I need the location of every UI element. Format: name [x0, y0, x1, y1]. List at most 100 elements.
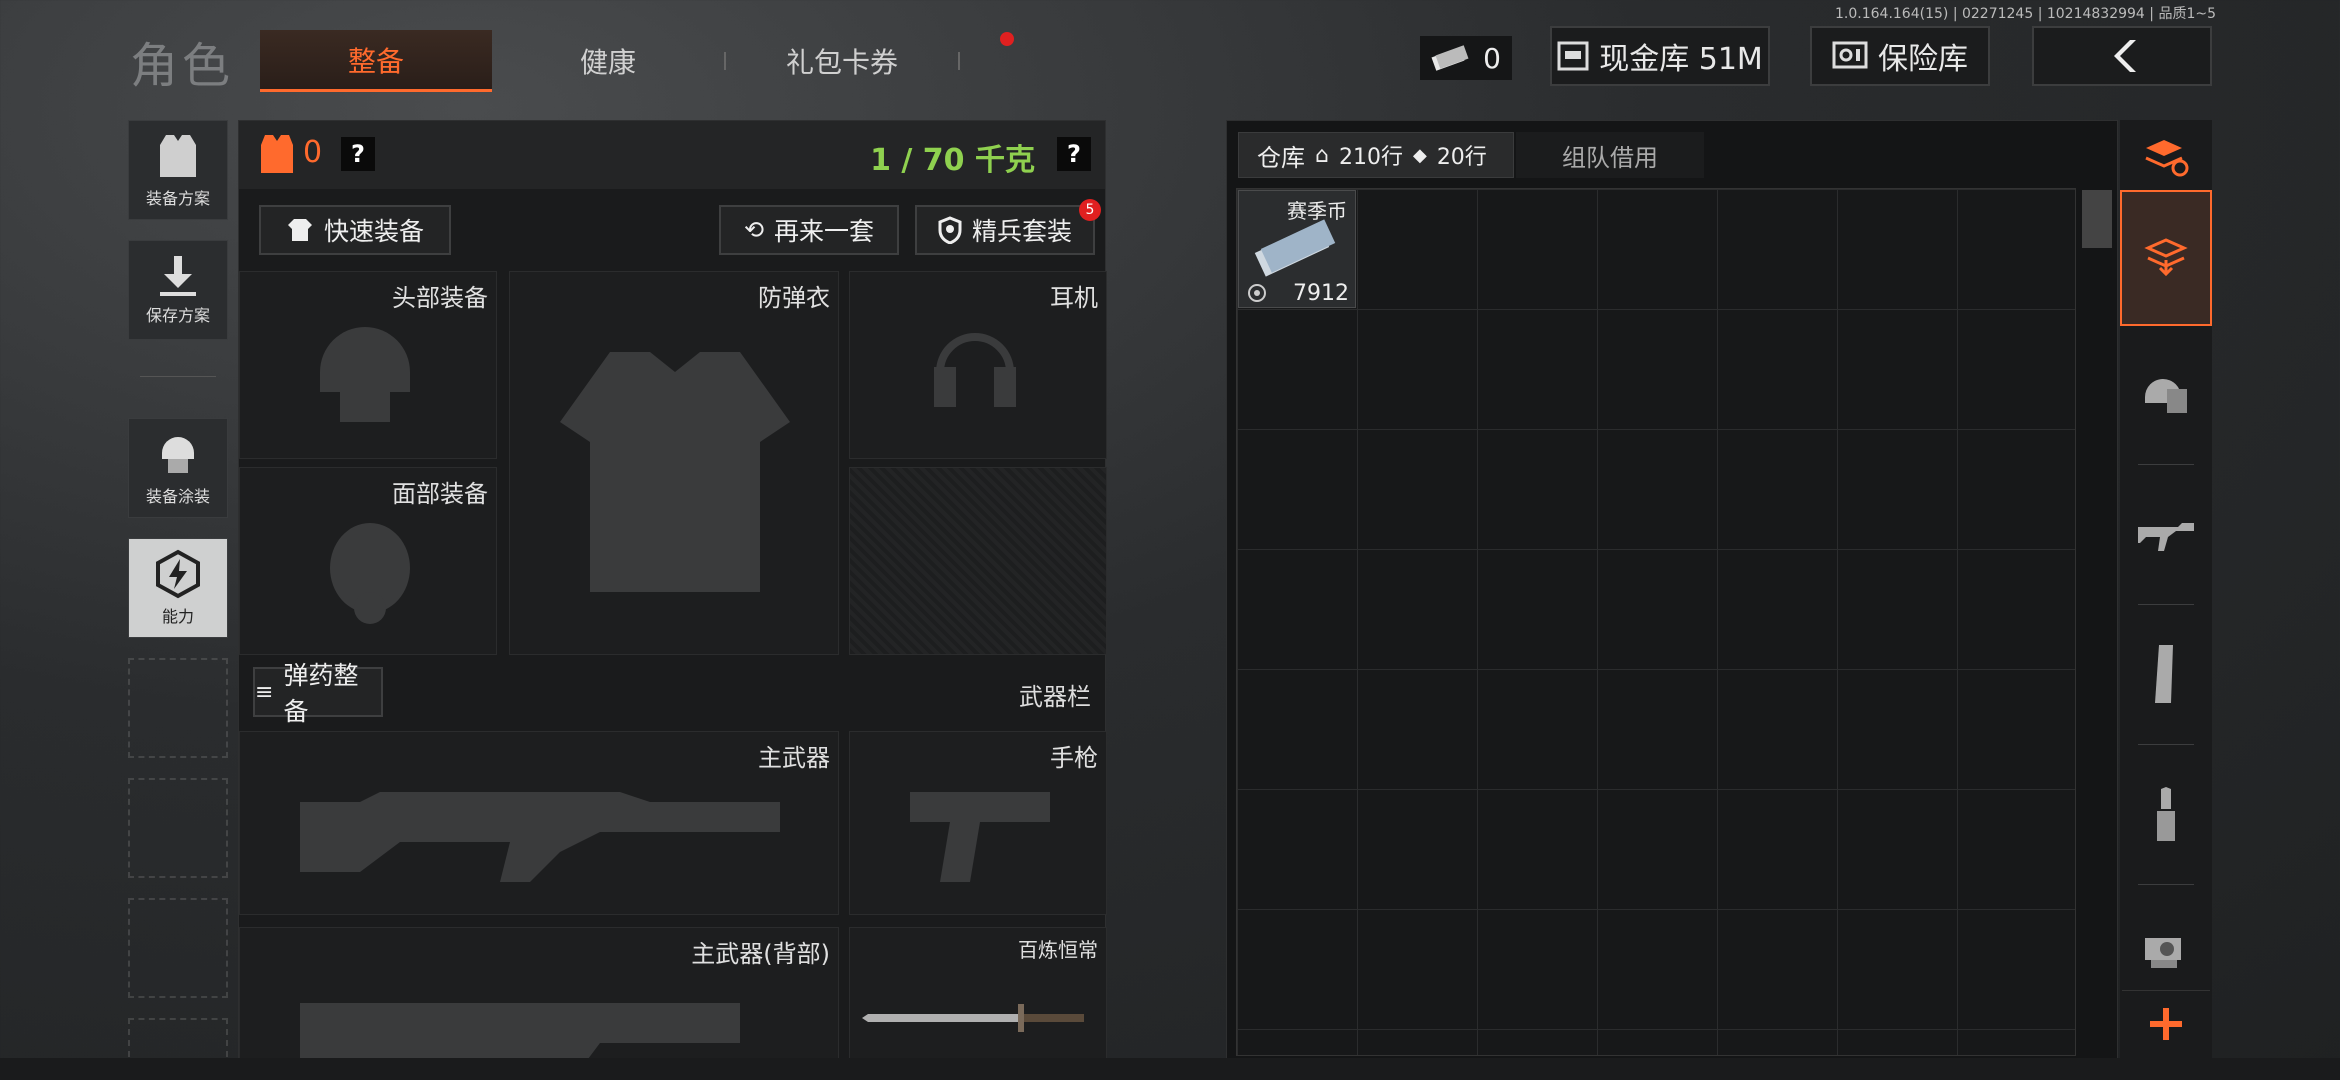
slot-primary-weapon[interactable]: 主武器: [239, 731, 839, 915]
page-title: 角色: [130, 38, 235, 94]
loadout-panel: 0 ? 1 / 70 千克 ? 快速装备 ⟲ 再来一套 精兵套装 5 头部装备 …: [238, 120, 1107, 1080]
sidebar-item-label: 能力: [161, 607, 194, 626]
headset-silhouette-icon: [934, 333, 1016, 407]
slot-pistol[interactable]: 手枪: [849, 731, 1107, 915]
warehouse-tab[interactable]: 仓库 ⌂ 210行 ◆ 20行: [1238, 132, 1514, 178]
house-icon: ⌂: [1315, 142, 1329, 168]
tab-divider: [958, 52, 960, 70]
equip-again-button[interactable]: ⟲ 再来一套: [719, 205, 899, 255]
team-borrow-tab[interactable]: 组队借用: [1516, 132, 1704, 178]
slot-headset[interactable]: 耳机: [849, 271, 1107, 459]
notification-dot: [1000, 32, 1014, 46]
back-arrow-icon: [2114, 40, 2136, 72]
sidebar-item-ability[interactable]: 能力: [128, 538, 228, 638]
safe-button[interactable]: 保险库: [1810, 26, 1990, 86]
top-tabs: 整备 健康 礼包卡券: [260, 30, 1014, 92]
sidebar-item-save-plan[interactable]: 保存方案: [128, 240, 228, 340]
helmet-silhouette-icon: [320, 327, 410, 422]
shirt-icon: [287, 219, 312, 241]
magazine-icon: [2155, 645, 2173, 703]
ammo-prep-button[interactable]: ≡ 弹药整备: [253, 661, 383, 726]
warehouse-label: 仓库: [1257, 143, 1305, 172]
armor-icon: [261, 135, 293, 173]
inventory-item[interactable]: 赛季币 7912: [1238, 190, 1356, 308]
equip-again-label: 再来一套: [774, 217, 875, 246]
currency-display: 0: [1420, 36, 1512, 80]
sidebar-item-label: 保存方案: [145, 306, 210, 325]
tab-loadout[interactable]: 整备: [260, 30, 492, 92]
helmet-vest-icon: [2145, 379, 2187, 413]
sidebar-empty-slot: [128, 658, 228, 758]
slot-label: 面部装备: [392, 480, 488, 508]
cash-vault-button[interactable]: 现金库 51M: [1550, 26, 1770, 86]
pistol-silhouette-icon: [910, 792, 1050, 882]
category-divider: [2138, 464, 2194, 465]
category-weapons[interactable]: [2122, 480, 2210, 590]
quick-equip-button[interactable]: 快速装备: [259, 205, 451, 255]
category-divider: [2138, 744, 2194, 745]
slot-label: 手枪: [1050, 744, 1098, 772]
download-icon: [160, 256, 196, 296]
season-coin-icon: [1248, 284, 1266, 302]
plus-icon: [2150, 1007, 2182, 1040]
tab-gift-vouchers[interactable]: 礼包卡券: [726, 30, 1014, 92]
slot-face[interactable]: 面部装备: [239, 467, 497, 655]
safe-icon: [1832, 41, 1868, 69]
sidebar-item-label: 装备涂装: [145, 487, 210, 506]
tab-health[interactable]: 健康: [492, 30, 724, 92]
slot-label: 耳机: [1050, 284, 1098, 312]
gasmask-silhouette-icon: [330, 523, 410, 624]
armor-help-icon[interactable]: ?: [341, 137, 375, 171]
back-button[interactable]: [2032, 26, 2212, 86]
scrollbar-thumb[interactable]: [2082, 190, 2112, 248]
category-divider: [2138, 604, 2194, 605]
elite-set-label: 精兵套装: [971, 217, 1072, 246]
ticket-icon: ◆: [1412, 144, 1427, 166]
ammo-icon: ≡: [255, 679, 274, 705]
armor-value: 0: [303, 135, 323, 170]
slot-locked: [849, 467, 1107, 655]
category-divider: [2138, 884, 2194, 885]
bullet-icon: [2157, 787, 2175, 841]
weapon-bar-label: 武器栏: [1019, 683, 1091, 711]
stack-download-icon: [2144, 238, 2188, 277]
layers-refresh-icon: [2145, 140, 2189, 177]
category-magazines[interactable]: [2122, 620, 2210, 730]
rifle-icon: [2138, 523, 2194, 551]
sidebar-item-label: 装备方案: [145, 189, 210, 208]
category-attachments[interactable]: [2122, 900, 2210, 1000]
cash-vault-icon: [1557, 41, 1589, 71]
inventory-grid[interactable]: [1236, 188, 2076, 1056]
bottom-bar: [0, 1058, 2340, 1080]
version-info: 1.0.164.164(15) | 02271245 | 10214832994…: [1835, 6, 2216, 22]
shield-icon: [938, 216, 962, 244]
category-gear[interactable]: [2122, 340, 2210, 450]
quick-equip-label: 快速装备: [323, 217, 424, 246]
weight-display: 1 / 70 千克: [870, 143, 1035, 178]
slot-vest[interactable]: 防弹衣: [509, 271, 839, 655]
sidebar-empty-slot: [128, 778, 228, 878]
slot-label: 主武器: [758, 744, 830, 772]
safe-label: 保险库: [1878, 42, 1968, 77]
warehouse-rows: 210行: [1338, 145, 1403, 170]
sort-stack-button[interactable]: [2122, 128, 2210, 188]
category-all[interactable]: [2120, 190, 2212, 326]
rifle-silhouette-icon: [300, 792, 780, 882]
category-ammo[interactable]: [2122, 760, 2210, 870]
tab-gift-label: 礼包卡券: [785, 46, 898, 79]
cash-icon: [1431, 45, 1469, 71]
ability-lightning-icon: [156, 549, 200, 599]
weight-help-icon[interactable]: ?: [1057, 137, 1091, 171]
sidebar-divider: [140, 376, 216, 377]
sidebar-item-loadout-plan[interactable]: 装备方案: [128, 120, 228, 220]
coin-stack-icon: [1254, 219, 1336, 277]
elite-set-button[interactable]: 精兵套装 5: [915, 199, 1101, 255]
sword-icon: [862, 1004, 1084, 1032]
add-category-button[interactable]: [2122, 990, 2210, 1056]
refresh-icon: ⟲: [743, 216, 765, 244]
ammo-prep-label: 弹药整备: [283, 661, 359, 726]
slot-head[interactable]: 头部装备: [239, 271, 497, 459]
sidebar-item-gear-skin[interactable]: 装备涂装: [128, 418, 228, 518]
tab-health-label: 健康: [579, 46, 636, 79]
slot-label: 主武器(背部): [691, 940, 830, 968]
